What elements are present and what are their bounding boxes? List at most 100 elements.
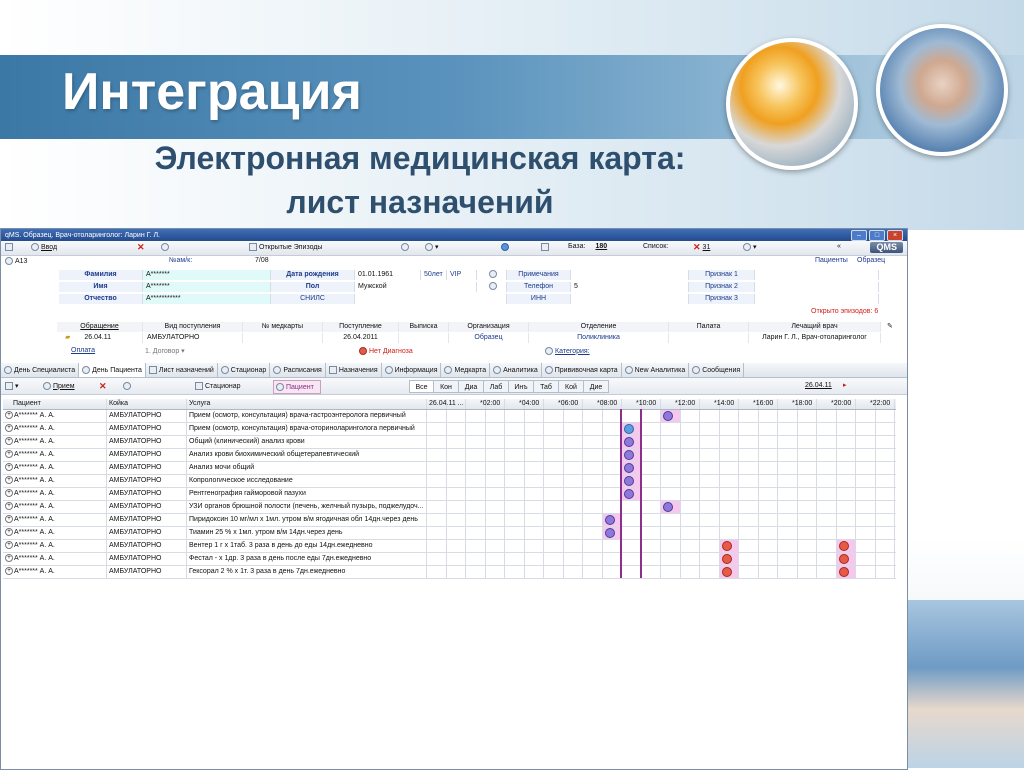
time-slot[interactable]	[544, 462, 564, 474]
time-slot[interactable]	[564, 423, 583, 435]
time-slot[interactable]	[661, 527, 681, 539]
tab-analytics[interactable]: Аналитика	[490, 363, 542, 377]
time-slot[interactable]	[817, 449, 837, 461]
appointment-marker[interactable]	[721, 541, 732, 551]
time-slot[interactable]	[817, 488, 837, 500]
delete-icon[interactable]: ✕	[137, 243, 145, 252]
time-slot[interactable]	[486, 566, 505, 578]
appointment-marker[interactable]	[721, 567, 732, 577]
time-slot[interactable]	[544, 488, 564, 500]
time-slot[interactable]	[720, 514, 739, 526]
time-slot[interactable]	[778, 514, 798, 526]
time-slot[interactable]	[798, 566, 817, 578]
field-inn[interactable]	[571, 294, 689, 304]
time-slot[interactable]	[564, 488, 583, 500]
time-slot[interactable]	[642, 410, 661, 422]
time-slot[interactable]	[466, 475, 486, 487]
time-slot[interactable]	[505, 449, 525, 461]
time-slot[interactable]	[642, 553, 661, 565]
time-slot[interactable]	[564, 462, 583, 474]
time-slot[interactable]	[505, 462, 525, 474]
time-slot[interactable]	[525, 488, 544, 500]
settings-icon[interactable]	[743, 243, 751, 251]
time-slot[interactable]	[876, 553, 895, 565]
time-slot[interactable]	[700, 488, 720, 500]
filter-tab[interactable]: Таб	[534, 380, 559, 393]
time-slot[interactable]	[778, 436, 798, 448]
expand-icon[interactable]: +	[5, 437, 13, 446]
filter-inj[interactable]: Инъ	[509, 380, 534, 393]
time-slot[interactable]	[564, 475, 583, 487]
time-slot[interactable]	[876, 423, 895, 435]
chevron-down-icon[interactable]: ▾	[15, 382, 19, 390]
time-slot[interactable]	[466, 449, 486, 461]
time-slot[interactable]	[876, 410, 895, 422]
time-slot[interactable]	[856, 410, 876, 422]
tab-appointments[interactable]: Назначения	[326, 363, 382, 377]
expand-icon[interactable]: +	[5, 411, 13, 420]
time-slot[interactable]	[739, 436, 759, 448]
time-slot[interactable]	[505, 514, 525, 526]
time-slot[interactable]	[466, 540, 486, 552]
time-slot[interactable]	[876, 527, 895, 539]
time-slot[interactable]	[525, 436, 544, 448]
time-slot[interactable]	[759, 540, 778, 552]
time-slot[interactable]	[564, 514, 583, 526]
maximize-button[interactable]: □	[869, 230, 885, 241]
time-slot[interactable]	[525, 553, 544, 565]
time-slot[interactable]	[661, 475, 681, 487]
time-slot[interactable]	[837, 410, 856, 422]
time-slot[interactable]	[720, 488, 739, 500]
hospital-button[interactable]: Стационар	[205, 383, 241, 390]
time-slot[interactable]	[837, 462, 856, 474]
time-slot[interactable]	[700, 514, 720, 526]
time-slot[interactable]	[837, 514, 856, 526]
payment-link[interactable]: Оплата	[71, 347, 95, 354]
time-slot[interactable]	[447, 436, 466, 448]
time-slot[interactable]	[837, 501, 856, 513]
time-slot[interactable]	[525, 475, 544, 487]
filter-con[interactable]: Кон	[434, 380, 459, 393]
time-slot[interactable]	[583, 475, 603, 487]
cancel-icon[interactable]	[123, 382, 131, 390]
expand-icon[interactable]: +	[5, 450, 13, 459]
time-slot[interactable]	[817, 410, 837, 422]
time-slot[interactable]	[759, 475, 778, 487]
time-slot[interactable]	[486, 475, 505, 487]
field-snils[interactable]	[355, 294, 507, 304]
time-slot[interactable]	[486, 527, 505, 539]
time-slot[interactable]	[427, 475, 447, 487]
time-slot[interactable]	[681, 501, 700, 513]
time-slot[interactable]	[447, 566, 466, 578]
appointment-marker[interactable]	[604, 528, 615, 538]
expand-icon[interactable]: +	[5, 567, 13, 576]
time-slot[interactable]	[642, 540, 661, 552]
time-slot[interactable]	[798, 553, 817, 565]
time-slot[interactable]	[700, 449, 720, 461]
vvod-button[interactable]: Ввод	[41, 244, 57, 251]
time-slot[interactable]	[700, 566, 720, 578]
time-slot[interactable]	[486, 501, 505, 513]
time-slot[interactable]	[700, 475, 720, 487]
time-slot[interactable]	[837, 527, 856, 539]
time-slot[interactable]	[856, 488, 876, 500]
time-slot[interactable]	[505, 501, 525, 513]
time-slot[interactable]	[817, 566, 837, 578]
time-slot[interactable]	[837, 449, 856, 461]
time-slot[interactable]	[661, 540, 681, 552]
time-slot[interactable]	[505, 488, 525, 500]
tab-schedules[interactable]: Расписания	[270, 363, 326, 377]
time-slot[interactable]	[525, 566, 544, 578]
time-slot[interactable]	[447, 553, 466, 565]
clock-icon[interactable]	[425, 243, 433, 251]
tab-patient-day[interactable]: День Пациента	[79, 363, 146, 377]
time-slot[interactable]	[544, 527, 564, 539]
table-row[interactable]: + А******* А. А. АМБУЛАТОРНО Гексорал 2 % х…	[3, 566, 896, 579]
time-slot[interactable]	[778, 553, 798, 565]
expand-icon[interactable]: +	[5, 463, 13, 472]
expand-icon[interactable]: +	[5, 502, 13, 511]
table-row[interactable]: + А******* А. А. АМБУЛАТОРНО Фестал - х 1др…	[3, 553, 896, 566]
reception-button[interactable]: Прием	[53, 383, 75, 390]
tab-new-analytics[interactable]: New Аналитика	[622, 363, 690, 377]
time-slot[interactable]	[505, 527, 525, 539]
